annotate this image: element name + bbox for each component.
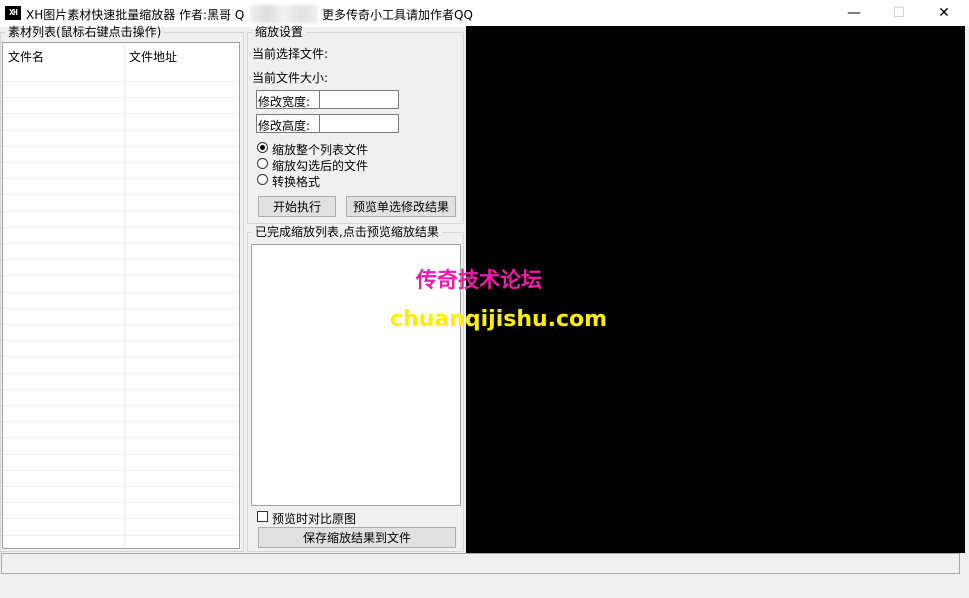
compare-checkbox-label: 预览时对比原图 bbox=[272, 512, 357, 526]
radio-unselected-icon bbox=[257, 158, 268, 169]
watermark-url: chuanqijishu.com bbox=[390, 307, 608, 332]
table-row-line bbox=[3, 292, 239, 293]
table-row-line bbox=[3, 178, 239, 179]
table-row-line bbox=[3, 227, 239, 228]
field-divider bbox=[319, 115, 320, 132]
table-row-line bbox=[3, 405, 239, 406]
table-row-line bbox=[3, 130, 239, 131]
table-row-line bbox=[3, 308, 239, 309]
table-row-line bbox=[3, 113, 239, 114]
height-input[interactable] bbox=[321, 116, 395, 131]
table-row-line bbox=[3, 454, 239, 455]
results-legend: 已完成缩放列表,点击预览缩放结果 bbox=[255, 225, 439, 239]
table-row-line bbox=[3, 81, 239, 82]
table-row-line bbox=[3, 421, 239, 422]
table-row-line bbox=[3, 535, 239, 536]
material-list-table[interactable]: 文件名 文件地址 bbox=[2, 42, 240, 549]
table-row-line bbox=[3, 146, 239, 147]
material-list-legend: 素材列表(鼠标右键点击操作) bbox=[8, 25, 162, 39]
radio-unselected-icon bbox=[257, 174, 268, 185]
start-button[interactable]: 开始执行 bbox=[258, 196, 336, 217]
radio-label: 转换格式 bbox=[272, 175, 321, 189]
scale-settings-legend: 缩放设置 bbox=[255, 25, 304, 39]
table-row-line bbox=[3, 502, 239, 503]
column-header-filepath[interactable]: 文件地址 bbox=[129, 48, 177, 65]
current-file-label: 当前选择文件: bbox=[252, 47, 329, 61]
title-bar[interactable]: XH XH图片素材快速批量缩放器 作者:黑哥 Q 更多传奇小工具请加作者QQ —… bbox=[0, 0, 969, 27]
table-row-line bbox=[3, 518, 239, 519]
table-row-line bbox=[3, 97, 239, 98]
radio-label: 缩放整个列表文件 bbox=[272, 143, 369, 157]
table-row-line bbox=[3, 211, 239, 212]
preview-selected-button[interactable]: 预览单选修改结果 bbox=[346, 196, 456, 217]
status-bar bbox=[1, 553, 960, 574]
radio-selected-icon bbox=[257, 142, 268, 153]
current-size-label: 当前文件大小: bbox=[252, 71, 329, 85]
table-row-line bbox=[3, 389, 239, 390]
height-label: 修改高度: bbox=[258, 119, 311, 133]
table-row-line bbox=[3, 243, 239, 244]
width-field[interactable]: 修改宽度: bbox=[256, 90, 399, 109]
table-row-line bbox=[3, 373, 239, 374]
table-row-line bbox=[3, 437, 239, 438]
table-row-line bbox=[3, 194, 239, 195]
table-row-line bbox=[3, 340, 239, 341]
width-input[interactable] bbox=[321, 92, 395, 107]
redacted-contact bbox=[250, 5, 318, 23]
save-results-button[interactable]: 保存缩放结果到文件 bbox=[258, 527, 456, 548]
radio-label: 缩放勾选后的文件 bbox=[272, 159, 369, 173]
column-divider bbox=[124, 43, 125, 548]
table-row-line bbox=[3, 470, 239, 471]
column-header-filename[interactable]: 文件名 bbox=[8, 48, 44, 65]
minimize-button[interactable]: — bbox=[831, 0, 877, 27]
table-row-line bbox=[3, 162, 239, 163]
table-row-line bbox=[3, 486, 239, 487]
app-logo-icon: XH bbox=[5, 6, 21, 20]
table-row-line bbox=[3, 259, 239, 260]
field-divider bbox=[319, 91, 320, 108]
checkbox-unchecked-icon bbox=[257, 511, 268, 522]
window-title: XH图片素材快速批量缩放器 作者:黑哥 Q bbox=[26, 8, 245, 22]
height-field[interactable]: 修改高度: bbox=[256, 114, 399, 133]
watermark-forum-name: 传奇技术论坛 bbox=[416, 268, 542, 292]
width-label: 修改宽度: bbox=[258, 95, 311, 109]
close-button[interactable]: ✕ bbox=[921, 0, 967, 27]
table-row-line bbox=[3, 275, 239, 276]
table-row-line bbox=[3, 356, 239, 357]
maximize-button[interactable]: ☐ bbox=[876, 0, 922, 27]
window-title-suffix: 更多传奇小工具请加作者QQ bbox=[322, 8, 473, 22]
table-row-line bbox=[3, 324, 239, 325]
